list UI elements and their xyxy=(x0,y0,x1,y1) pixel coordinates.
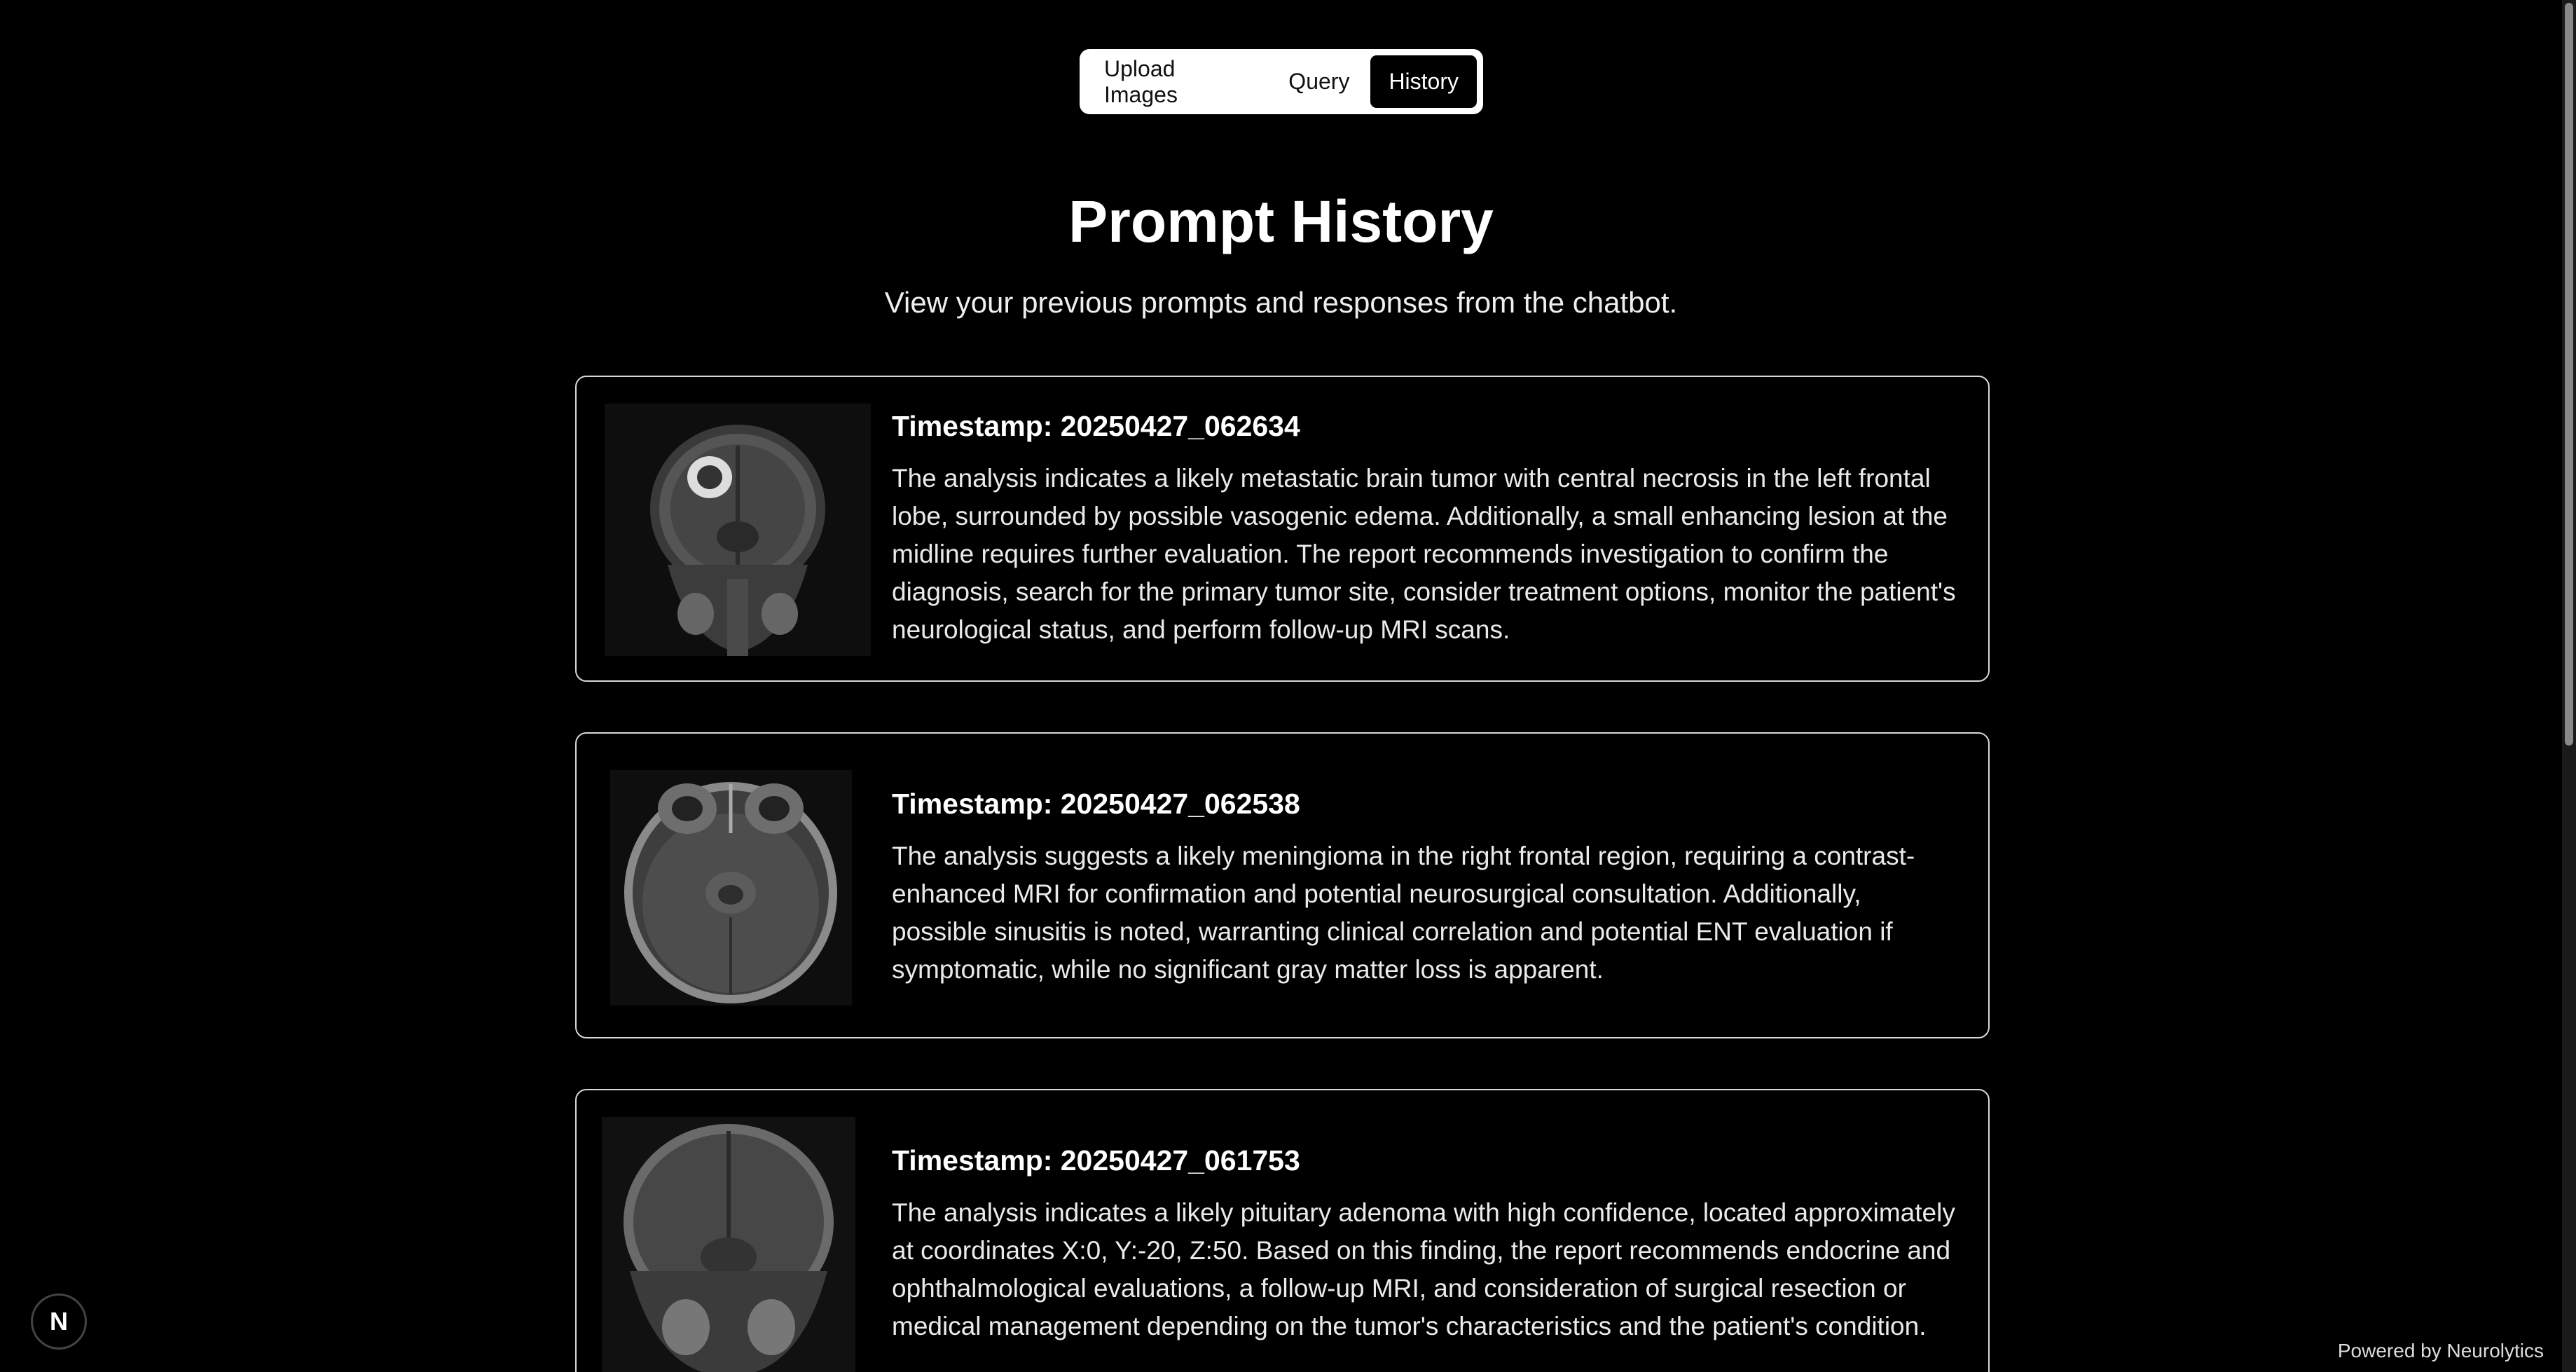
history-card: Timestamp: 20250427_062634 The analysis … xyxy=(575,376,1990,682)
brain-mri-image xyxy=(610,770,852,1006)
page-subtitle: View your previous prompts and responses… xyxy=(884,286,1678,319)
history-card: Timestamp: 20250427_062538 The analysis … xyxy=(575,732,1990,1038)
history-card: Timestamp: 20250427_061753 The analysis … xyxy=(575,1089,1990,1372)
tab-query[interactable]: Query xyxy=(1270,55,1368,108)
history-page: Upload Images Query History Prompt Histo… xyxy=(0,0,2576,1372)
tab-bar: Upload Images Query History xyxy=(1080,49,1483,114)
tab-upload-images[interactable]: Upload Images xyxy=(1086,55,1267,108)
page-title: Prompt History xyxy=(1068,188,1494,254)
entry-timestamp: Timestamp: 20250427_062538 xyxy=(892,788,1300,820)
brain-mri-image xyxy=(605,404,871,656)
entry-response: The analysis indicates a likely pituitar… xyxy=(892,1198,1955,1340)
entry-timestamp: Timestamp: 20250427_061753 xyxy=(892,1144,1300,1177)
powered-by-label: Powered by Neurolytics xyxy=(2330,1336,2551,1366)
vertical-scrollbar[interactable] xyxy=(2562,0,2576,1372)
entry-response: The analysis suggests a likely meningiom… xyxy=(892,842,1915,984)
nextjs-dev-badge[interactable]: N xyxy=(31,1294,87,1350)
brain-mri-image xyxy=(602,1117,855,1372)
entry-response: The analysis indicates a likely metastat… xyxy=(892,464,1956,644)
tab-history[interactable]: History xyxy=(1370,55,1477,108)
scrollbar-thumb[interactable] xyxy=(2565,3,2573,746)
entry-timestamp: Timestamp: 20250427_062634 xyxy=(892,410,1300,442)
